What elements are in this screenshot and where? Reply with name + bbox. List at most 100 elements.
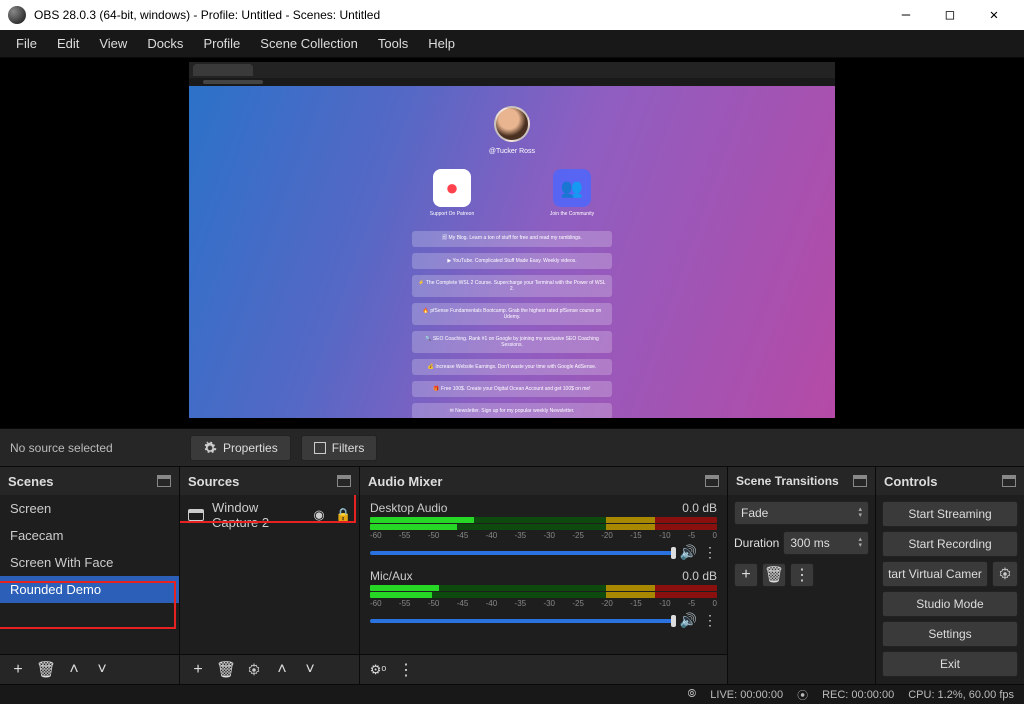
cpu-status: CPU: 1.2%, 60.00 fps bbox=[908, 689, 1014, 701]
sources-list: Window Capture 2 ◉ 🔒 bbox=[180, 495, 359, 654]
obs-logo-icon bbox=[8, 6, 26, 24]
source-down-button[interactable]: ˅ bbox=[298, 658, 322, 682]
menu-bar: File Edit View Docks Profile Scene Colle… bbox=[0, 30, 1024, 58]
mixer-menu-button[interactable]: ⋮ bbox=[394, 658, 418, 682]
context-toolbar: No source selected Properties Filters bbox=[0, 428, 1024, 466]
mixer-channel: Desktop Audio 0.0 dB -60-55-50-45-40-35-3… bbox=[360, 495, 727, 563]
scene-item[interactable]: Screen With Face bbox=[0, 549, 179, 576]
menu-view[interactable]: View bbox=[89, 32, 137, 55]
preview-link: 🎁 Free 100$. Create your Digital Ocean A… bbox=[412, 381, 612, 397]
preview-link: 🔥 pfSense Fundamentals Bootcamp. Grab th… bbox=[412, 303, 612, 325]
remove-scene-button[interactable]: 🗑 bbox=[34, 658, 58, 682]
source-up-button[interactable]: ˄ bbox=[270, 658, 294, 682]
mixer-title: Audio Mixer bbox=[368, 474, 442, 489]
source-properties-button[interactable] bbox=[242, 658, 266, 682]
preview-area[interactable]: @Tucker Ross ●Support On Patreon 👥Join t… bbox=[0, 58, 1024, 428]
transition-menu-button[interactable]: ⋮ bbox=[790, 563, 814, 587]
remove-transition-button[interactable]: 🗑 bbox=[762, 563, 786, 587]
exit-button[interactable]: Exit bbox=[882, 651, 1018, 677]
menu-help[interactable]: Help bbox=[418, 32, 465, 55]
channel-db: 0.0 dB bbox=[682, 501, 717, 515]
visibility-toggle-icon[interactable]: ◉ bbox=[311, 507, 327, 523]
studio-mode-button[interactable]: Studio Mode bbox=[882, 591, 1018, 617]
popout-icon[interactable] bbox=[853, 475, 867, 487]
volume-slider[interactable] bbox=[370, 619, 674, 623]
window-title: OBS 28.0.3 (64-bit, windows) - Profile: … bbox=[34, 8, 884, 22]
settings-button[interactable]: Settings bbox=[882, 621, 1018, 647]
sources-dock: Sources Window Capture 2 ◉ 🔒 + 🗑 ˄ ˅ bbox=[180, 467, 360, 684]
live-status: LIVE: 00:00:00 bbox=[710, 689, 783, 701]
channel-db: 0.0 dB bbox=[682, 569, 717, 583]
close-button[interactable]: ✕ bbox=[972, 0, 1016, 30]
no-source-label: No source selected bbox=[10, 441, 180, 455]
menu-edit[interactable]: Edit bbox=[47, 32, 89, 55]
window-capture-icon bbox=[188, 509, 204, 521]
scenes-list: Screen Facecam Screen With Face Rounded … bbox=[0, 495, 179, 654]
mute-icon[interactable]: 🔊 bbox=[680, 544, 697, 561]
mute-icon[interactable]: 🔊 bbox=[680, 612, 697, 629]
preview-avatar bbox=[494, 106, 530, 142]
remove-source-button[interactable]: 🗑 bbox=[214, 658, 238, 682]
scenes-dock: Scenes Screen Facecam Screen With Face R… bbox=[0, 467, 180, 684]
channel-menu-icon[interactable]: ⋮ bbox=[703, 544, 717, 561]
volume-slider[interactable] bbox=[370, 551, 674, 555]
source-label: Window Capture 2 bbox=[212, 500, 303, 530]
meter-ticks: -60-55-50-45-40-35-30-25-20-15-10-50 bbox=[370, 531, 717, 540]
virtual-camera-button[interactable]: tart Virtual Camer bbox=[882, 561, 988, 587]
spinner-icon[interactable]: ▴▾ bbox=[858, 537, 862, 549]
popout-icon[interactable] bbox=[337, 475, 351, 487]
duration-label: Duration bbox=[734, 536, 779, 550]
transition-select[interactable]: Fade▴▾ bbox=[734, 501, 869, 525]
scenes-title: Scenes bbox=[8, 474, 54, 489]
preview-browser-tabbar bbox=[189, 62, 835, 78]
audio-mixer-dock: Audio Mixer Desktop Audio 0.0 dB -60-55-5… bbox=[360, 467, 728, 684]
transitions-dock: Scene Transitions Fade▴▾ Duration 300 ms… bbox=[728, 467, 876, 684]
start-streaming-button[interactable]: Start Streaming bbox=[882, 501, 1018, 527]
duration-input[interactable]: 300 ms▴▾ bbox=[783, 531, 869, 555]
preview-link: 🔍 SEO Coaching. Rank #1 on Google by joi… bbox=[412, 331, 612, 353]
sources-title: Sources bbox=[188, 474, 239, 489]
filters-button[interactable]: Filters bbox=[301, 435, 378, 461]
add-source-button[interactable]: + bbox=[186, 658, 210, 682]
menu-tools[interactable]: Tools bbox=[368, 32, 418, 55]
chevron-updown-icon: ▴▾ bbox=[858, 507, 862, 519]
minimize-button[interactable]: — bbox=[884, 0, 928, 30]
preview-link: ✉ Newsletter. Sign up for my popular wee… bbox=[412, 403, 612, 418]
popout-icon[interactable] bbox=[1002, 475, 1016, 487]
properties-button[interactable]: Properties bbox=[190, 435, 291, 461]
window-titlebar: OBS 28.0.3 (64-bit, windows) - Profile: … bbox=[0, 0, 1024, 30]
scene-down-button[interactable]: ˅ bbox=[90, 658, 114, 682]
meter-ticks: -60-55-50-45-40-35-30-25-20-15-10-50 bbox=[370, 599, 717, 608]
menu-file[interactable]: File bbox=[6, 32, 47, 55]
lock-toggle-icon[interactable]: 🔒 bbox=[335, 507, 351, 523]
channel-menu-icon[interactable]: ⋮ bbox=[703, 612, 717, 629]
channel-name: Mic/Aux bbox=[370, 569, 413, 583]
transitions-title: Scene Transitions bbox=[736, 474, 839, 488]
preview-brand-row: ●Support On Patreon 👥Join the Community bbox=[189, 169, 835, 217]
menu-docks[interactable]: Docks bbox=[137, 32, 193, 55]
rec-icon: ⦿ bbox=[797, 687, 808, 703]
menu-profile[interactable]: Profile bbox=[193, 32, 250, 55]
maximize-button[interactable]: □ bbox=[928, 0, 972, 30]
network-icon: ⦾ bbox=[687, 688, 696, 701]
scene-item-selected[interactable]: Rounded Demo bbox=[0, 576, 179, 603]
status-bar: ⦾ LIVE: 00:00:00 ⦿ REC: 00:00:00 CPU: 1.… bbox=[0, 684, 1024, 704]
advanced-audio-button[interactable]: ⚙ᵒ bbox=[366, 658, 390, 682]
preview-link: ▶ YouTube. Complicated Stuff Made Easy. … bbox=[412, 253, 612, 269]
scene-item[interactable]: Facecam bbox=[0, 522, 179, 549]
popout-icon[interactable] bbox=[157, 475, 171, 487]
add-transition-button[interactable]: + bbox=[734, 563, 758, 587]
virtual-camera-settings-button[interactable] bbox=[992, 561, 1018, 587]
filters-icon bbox=[314, 442, 326, 454]
preview-browser-addressbar bbox=[189, 78, 835, 86]
scene-up-button[interactable]: ˄ bbox=[62, 658, 86, 682]
preview-link: ⚡ The Complete WSL 2 Course. Supercharge… bbox=[412, 275, 612, 297]
menu-scene-collection[interactable]: Scene Collection bbox=[250, 32, 368, 55]
start-recording-button[interactable]: Start Recording bbox=[882, 531, 1018, 557]
controls-title: Controls bbox=[884, 474, 937, 489]
scene-item[interactable]: Screen bbox=[0, 495, 179, 522]
popout-icon[interactable] bbox=[705, 475, 719, 487]
channel-name: Desktop Audio bbox=[370, 501, 447, 515]
add-scene-button[interactable]: + bbox=[6, 658, 30, 682]
source-item[interactable]: Window Capture 2 ◉ 🔒 bbox=[180, 495, 359, 535]
